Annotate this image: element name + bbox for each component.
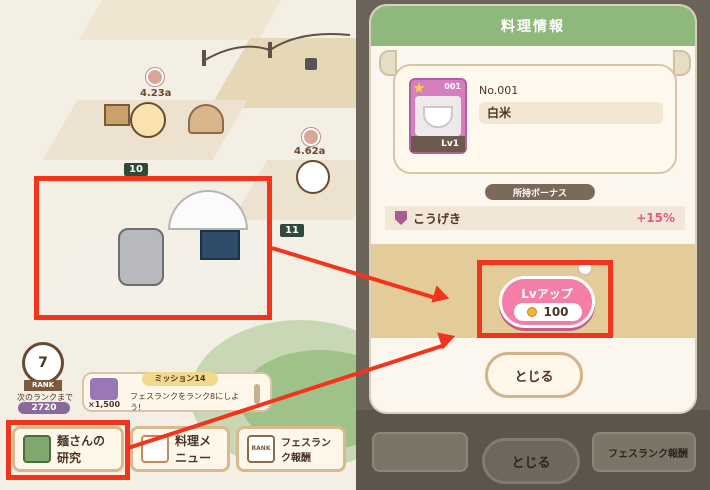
next-arrow-icon[interactable] (673, 50, 691, 76)
rank-label: RANK (24, 380, 62, 391)
mission-text: フェスランクをランク8にしよう! (130, 392, 240, 412)
mission-reward: ×1,500 (88, 400, 121, 409)
prev-arrow-icon[interactable] (379, 50, 397, 76)
mission-title: ミッション14 (142, 372, 218, 386)
dialog-panel: とじる フェスランク報酬 料理情報 001 Lv1 No.001 白米 所持ボー… (356, 0, 710, 490)
mission-card[interactable]: ミッション14 ×1,500 フェスランクをランク8にしよう! (82, 372, 272, 412)
item-id: 001 (444, 82, 461, 91)
attack-icon (395, 211, 407, 225)
screenshot-stage: 4.23a 10 4.62a 11 7 RANK 次のランクまで 2720 ミッ… (0, 0, 710, 490)
fes-rank-label: フェスランク報酬 (281, 438, 331, 464)
bonus-header: 所持ボーナス (485, 184, 595, 200)
item-card: 001 Lv1 No.001 白米 (393, 64, 677, 174)
stall-b-rate: 4.62a (294, 146, 326, 157)
dimmed-bottom-bar: とじる フェスランク報酬 (356, 410, 710, 490)
bonus-stat-wrap: こうげき (395, 210, 461, 227)
spoon-icon (254, 384, 260, 404)
bonus-stat: こうげき (413, 211, 462, 226)
highlight-box-levelup (477, 260, 613, 338)
lock-icon[interactable] (305, 58, 317, 70)
rice-bowl-icon (415, 96, 461, 136)
close-button[interactable]: とじる (485, 352, 583, 398)
modal-title: 料理情報 (371, 6, 695, 46)
bonus-value: +15% (636, 211, 675, 225)
bonus-row: こうげき +15% (385, 206, 685, 230)
bg-close-button: とじる (482, 438, 580, 484)
game-map-panel: 4.23a 10 4.62a 11 7 RANK 次のランクまで 2720 ミッ… (0, 0, 356, 490)
chef-character[interactable] (130, 102, 166, 138)
item-name: 白米 (479, 102, 663, 124)
crown-icon (146, 68, 164, 86)
highlight-box-stall (34, 176, 272, 320)
item-thumbnail[interactable]: 001 Lv1 (409, 78, 467, 154)
rank-reward-icon: RANK (247, 435, 275, 463)
rabbit-character[interactable] (296, 160, 330, 194)
star-icon (413, 82, 425, 93)
item-level: Lv1 (411, 136, 465, 152)
item-number: No.001 (479, 84, 519, 97)
rope-fence (202, 33, 351, 66)
stall-a-rate: 4.23a (140, 88, 172, 99)
bg-research-button (372, 432, 468, 472)
bg-fes-rank-button: フェスランク報酬 (592, 432, 696, 472)
rank-badge[interactable]: 7 (22, 342, 64, 384)
fes-rank-reward-button[interactable]: RANK フェスランク報酬 (236, 426, 346, 472)
crate-icon (104, 104, 130, 126)
highlight-box-research (6, 420, 130, 480)
stall-number-tag: 10 (124, 163, 148, 176)
cooking-menu-label: 料理メニュー (175, 434, 212, 465)
oven-icon (188, 104, 224, 134)
crown-icon (302, 128, 320, 146)
next-rank-value: 2720 (18, 402, 70, 414)
mission-reward-icon (90, 378, 118, 400)
stall-number-tag: 11 (280, 224, 304, 237)
